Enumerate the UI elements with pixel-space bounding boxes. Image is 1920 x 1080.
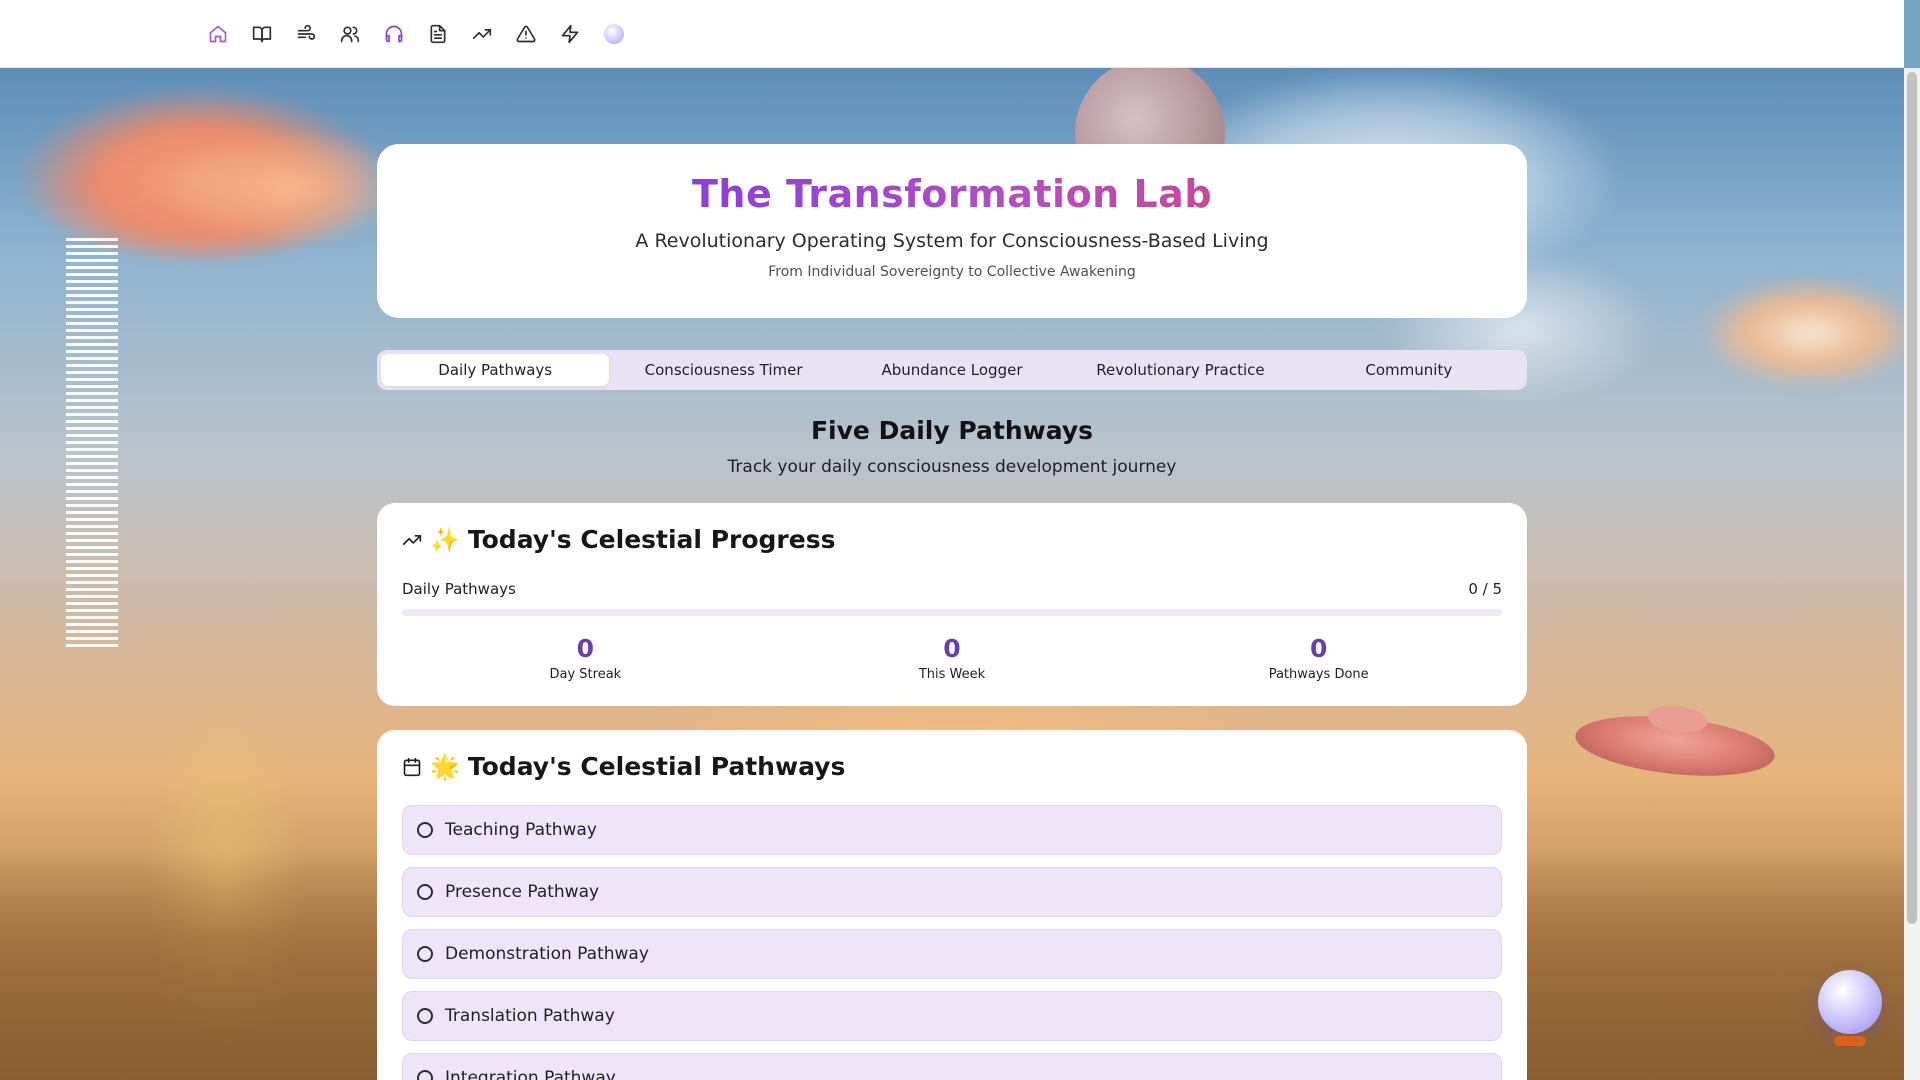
home-icon [209, 25, 227, 42]
main-content: The Transformation Lab A Revolutionary O… [377, 144, 1527, 1080]
stat-day-streak: 0 Day Streak [402, 634, 769, 682]
pathways-card: 🌟 Today's Celestial Pathways Teaching Pa… [377, 730, 1527, 1080]
nav-music-button[interactable] [382, 22, 406, 46]
floating-orb-button[interactable] [1818, 970, 1882, 1046]
pathway-label: Demonstration Pathway [445, 944, 649, 964]
progress-count: 0 / 5 [1468, 580, 1502, 598]
progress-card-heading: Today's Celestial Progress [467, 525, 836, 554]
circle-icon[interactable] [417, 822, 433, 838]
pathway-list: Teaching Pathway Presence Pathway Demons… [402, 805, 1502, 1080]
sparkles-icon: ✨ [430, 525, 460, 554]
page-subtitle: A Revolutionary Operating System for Con… [635, 230, 1269, 252]
stat-label: This Week [918, 667, 986, 682]
nav-alert-button[interactable] [514, 22, 538, 46]
users-icon [340, 26, 360, 42]
page-title: The Transformation Lab [691, 172, 1213, 216]
stat-pathways-done: 0 Pathways Done [1135, 634, 1502, 682]
pathway-item-presence[interactable]: Presence Pathway [402, 867, 1502, 917]
page-tagline: From Individual Sovereignty to Collectiv… [768, 264, 1136, 280]
progress-card: ✨ Today's Celestial Progress Daily Pathw… [377, 503, 1527, 706]
circle-icon[interactable] [417, 946, 433, 962]
circle-icon[interactable] [417, 1070, 433, 1080]
progress-card-title: ✨ Today's Celestial Progress [402, 525, 1502, 554]
pathway-label: Presence Pathway [445, 882, 600, 902]
wind-icon [297, 24, 316, 40]
barcode-decoration [66, 238, 118, 648]
stat-label: Day Streak [549, 667, 622, 682]
section-header: Five Daily Pathways Track your daily con… [377, 416, 1527, 477]
progress-bar [402, 609, 1502, 616]
tab-daily-pathways[interactable]: Daily Pathways [381, 354, 610, 386]
pathway-item-demonstration[interactable]: Demonstration Pathway [402, 929, 1502, 979]
top-navigation [0, 0, 1904, 68]
pathway-item-translation[interactable]: Translation Pathway [402, 991, 1502, 1041]
sunset-cloud [1700, 278, 1904, 388]
nav-wind-button[interactable] [294, 22, 318, 46]
trending-up-icon [472, 28, 492, 39]
file-text-icon [430, 24, 446, 43]
tab-abundance-logger[interactable]: Abundance Logger [838, 354, 1066, 386]
pathway-label: Teaching Pathway [445, 820, 597, 840]
nav-book-button[interactable] [250, 22, 274, 46]
zap-icon [561, 24, 579, 43]
nav-orb-button[interactable] [602, 22, 626, 46]
stat-value: 0 [576, 634, 595, 663]
star-icon: 🌟 [430, 752, 460, 781]
stat-value: 0 [1309, 634, 1328, 663]
section-title: Five Daily Pathways [810, 416, 1093, 445]
nav-users-button[interactable] [338, 22, 362, 46]
progress-label: Daily Pathways [402, 580, 516, 598]
ufo-image [1572, 707, 1778, 785]
book-open-icon [252, 26, 272, 42]
stat-this-week: 0 This Week [769, 634, 1136, 682]
nav-document-button[interactable] [426, 22, 450, 46]
circle-icon[interactable] [417, 1008, 433, 1024]
tab-bar: Daily Pathways Consciousness Timer Abund… [377, 350, 1527, 390]
stats-row: 0 Day Streak 0 This Week 0 Pathways Done [402, 634, 1502, 682]
page-scrollbar[interactable] [1904, 68, 1920, 1080]
stat-value: 0 [943, 634, 961, 663]
tab-consciousness-timer[interactable]: Consciousness Timer [609, 354, 837, 386]
alert-triangle-icon [516, 25, 536, 42]
nav-home-button[interactable] [206, 22, 230, 46]
orb-icon [604, 23, 624, 44]
pathway-item-teaching[interactable]: Teaching Pathway [402, 805, 1502, 855]
circle-icon[interactable] [417, 884, 433, 900]
pathway-item-integration[interactable]: Integration Pathway [402, 1053, 1502, 1080]
pathways-card-title: 🌟 Today's Celestial Pathways [402, 752, 1502, 781]
tab-community[interactable]: Community [1295, 354, 1523, 386]
calendar-icon [403, 757, 421, 776]
progress-row: Daily Pathways 0 / 5 [402, 580, 1502, 598]
stat-label: Pathways Done [1268, 667, 1369, 682]
tab-revolutionary-practice[interactable]: Revolutionary Practice [1066, 354, 1294, 386]
pathways-card-heading: Today's Celestial Pathways [467, 752, 846, 781]
headphones-icon [385, 25, 403, 42]
pathway-label: Translation Pathway [445, 1006, 615, 1026]
nav-power-button[interactable] [558, 22, 582, 46]
pathway-label: Integration Pathway [445, 1068, 616, 1080]
scrollbar-thumb[interactable] [1907, 72, 1917, 924]
trending-up-icon [402, 534, 422, 545]
section-description: Track your daily consciousness developme… [727, 457, 1177, 477]
nav-trends-button[interactable] [470, 22, 494, 46]
hero-card: The Transformation Lab A Revolutionary O… [377, 144, 1527, 318]
